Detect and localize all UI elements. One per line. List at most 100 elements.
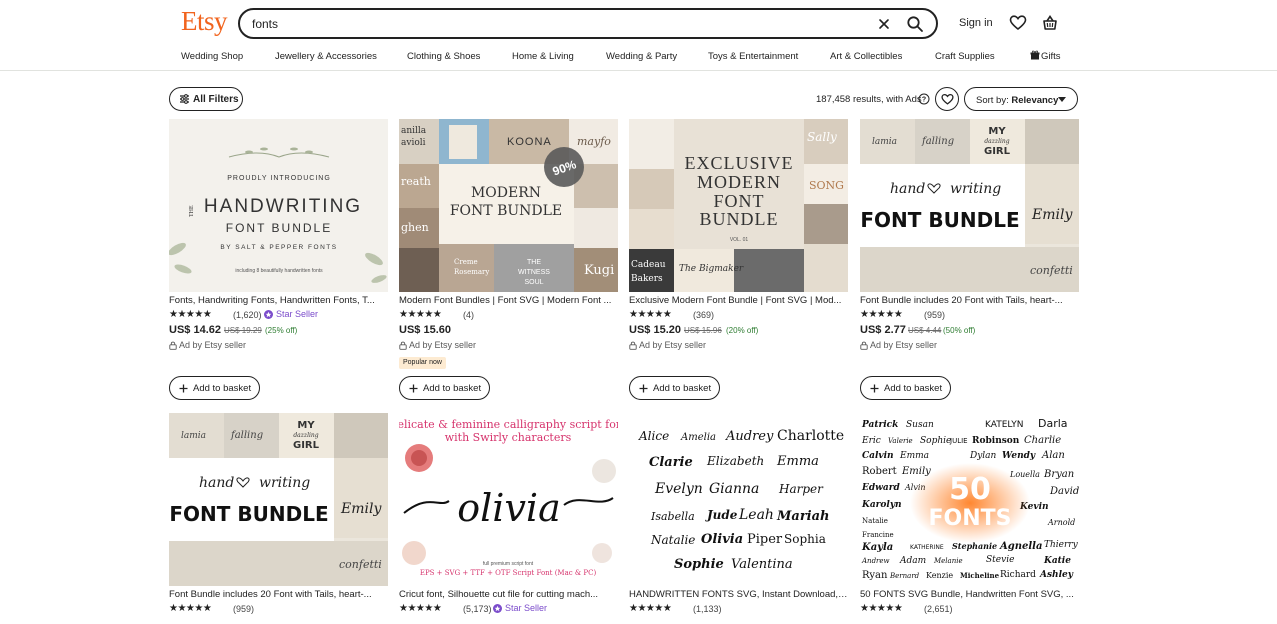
listing-image[interactable]: PROUDLY INTRODUCING THE HANDWRITING FONT…: [169, 119, 388, 292]
search-input[interactable]: [252, 15, 852, 33]
image-text: MY: [297, 420, 315, 431]
rating-stars: ★★★★★: [860, 309, 903, 320]
image-text: Calvin: [862, 451, 894, 461]
listing-title[interactable]: Fonts, Handwriting Fonts, Handwritten Fo…: [169, 295, 388, 306]
image-text: 50: [949, 472, 991, 507]
svg-text:?: ?: [922, 97, 926, 104]
category-wedding-shop[interactable]: Wedding Shop: [181, 51, 243, 62]
add-to-basket-button[interactable]: Add to basket: [860, 376, 951, 400]
search-icon[interactable]: [906, 15, 924, 33]
plus-icon: [870, 384, 879, 393]
rating-stars: ★★★★★: [399, 309, 442, 320]
image-text: THE: [527, 259, 541, 266]
listing-image[interactable]: Alice Amelia Audrey Charlotte Clarie Eli…: [629, 413, 848, 586]
image-text: EXCLUSIVE: [685, 153, 794, 173]
listing-card[interactable]: anilla avioli KOONA mayfo reath ghen Cre…: [399, 119, 618, 404]
review-count: (5,173): [463, 604, 492, 614]
review-count: (959): [924, 310, 946, 320]
plus-icon: [179, 384, 188, 393]
lock-icon: [399, 341, 407, 350]
listing-card[interactable]: lamia falling MY dazzling GIRL Emily con…: [860, 119, 1079, 404]
add-to-basket-button[interactable]: Add to basket: [629, 376, 720, 400]
listing-card[interactable]: PROUDLY INTRODUCING THE HANDWRITING FONT…: [169, 119, 388, 404]
image-text: Gianna: [709, 481, 759, 497]
star-seller-icon: [493, 604, 502, 613]
image-text: Charlie: [1024, 435, 1061, 446]
ad-label: Ad by Etsy seller: [409, 340, 477, 350]
image-text: Natalie: [650, 533, 695, 547]
image-text: anilla: [401, 126, 427, 136]
listing-title[interactable]: HANDWRITTEN FONTS SVG, Instant Download,…: [629, 589, 848, 600]
listing-title[interactable]: Modern Font Bundles | Font SVG | Modern …: [399, 295, 618, 306]
listing-card[interactable]: Alice Amelia Audrey Charlotte Clarie Eli…: [629, 413, 848, 624]
image-text: Kenzie: [926, 571, 953, 580]
image-text: MY: [988, 126, 1006, 137]
ad-label: Ad by Etsy seller: [179, 340, 247, 350]
info-icon[interactable]: ?: [918, 93, 930, 105]
image-text: BUNDLE: [700, 209, 779, 229]
listing-image[interactable]: lamia falling MY dazzling GIRL Emily con…: [169, 413, 388, 586]
image-text: Stevie: [986, 555, 1014, 565]
sort-label: Sort by: Relevancy: [976, 95, 1059, 106]
image-text: KATELYN: [985, 420, 1023, 430]
image-text: Sophie: [920, 436, 951, 446]
discount: (25% off): [265, 326, 298, 335]
image-text: Charlotte: [777, 428, 844, 444]
image-text: Sophia: [784, 532, 826, 546]
star-seller-badge: Star Seller: [505, 603, 548, 613]
add-to-basket-button[interactable]: Add to basket: [399, 376, 490, 400]
sort-dropdown[interactable]: Sort by: Relevancy: [964, 87, 1078, 111]
heart-icon: [941, 93, 954, 105]
category-craft[interactable]: Craft Supplies: [935, 51, 995, 62]
heart-icon[interactable]: [1009, 14, 1027, 32]
listing-image[interactable]: Sally SONG Cadeau Bakers The Bigmaker EX…: [629, 119, 848, 292]
category-wedding-party[interactable]: Wedding & Party: [606, 51, 677, 62]
listing-image[interactable]: Patrick Susan KATELYN Darla Eric Valerie…: [860, 413, 1079, 586]
image-text: Alan: [1041, 450, 1065, 461]
image-text: Kayla: [861, 542, 893, 553]
image-text: PROUDLY INTRODUCING: [227, 175, 331, 182]
category-home-living[interactable]: Home & Living: [512, 51, 574, 62]
listing-title[interactable]: Font Bundle includes 20 Font with Tails,…: [860, 295, 1079, 306]
category-art[interactable]: Art & Collectibles: [830, 51, 902, 62]
image-text: Agnella: [999, 541, 1042, 552]
basket-icon[interactable]: [1041, 14, 1059, 32]
listing-price: US$ 2.77: [860, 324, 906, 336]
etsy-logo[interactable]: Etsy: [181, 6, 228, 37]
all-filters-button[interactable]: All Filters: [169, 87, 243, 111]
add-to-basket-button[interactable]: Add to basket: [169, 376, 260, 400]
image-text: Melanie: [933, 557, 963, 565]
image-text: Robinson: [972, 436, 1020, 446]
category-jewellery[interactable]: Jewellery & Accessories: [275, 51, 377, 62]
listing-title[interactable]: Exclusive Modern Font Bundle | Font SVG …: [629, 295, 848, 306]
review-count: (4): [463, 310, 474, 320]
sign-in-link[interactable]: Sign in: [959, 17, 993, 29]
image-text: Sophie: [674, 557, 724, 572]
save-search-button[interactable]: [935, 87, 959, 111]
listing-title[interactable]: Font Bundle includes 20 Font with Tails,…: [169, 589, 388, 600]
image-text: Natalie: [862, 517, 888, 525]
listing-card[interactable]: Sally SONG Cadeau Bakers The Bigmaker EX…: [629, 119, 848, 404]
category-clothing[interactable]: Clothing & Shoes: [407, 51, 480, 62]
listing-image[interactable]: Delicate & feminine calligraphy script f…: [399, 413, 618, 586]
category-gifts[interactable]: Gifts: [1041, 51, 1061, 62]
image-text: Richard: [1000, 570, 1036, 580]
listing-card[interactable]: lamia falling MY dazzling GIRL Emily con…: [169, 413, 388, 624]
close-icon[interactable]: [876, 16, 892, 32]
listing-card[interactable]: Patrick Susan KATELYN Darla Eric Valerie…: [860, 413, 1079, 624]
discount: (50% off): [943, 326, 976, 335]
listing-image[interactable]: lamia falling MY dazzling GIRL Emily con…: [860, 119, 1079, 292]
category-toys[interactable]: Toys & Entertainment: [708, 51, 798, 62]
image-text: Arnold: [1047, 518, 1075, 527]
image-text: Katie: [1043, 556, 1071, 566]
original-price: US$ 19.29: [224, 326, 262, 335]
caret-down-icon: [1058, 97, 1066, 102]
image-text: BY SALT & PEPPER FONTS: [220, 244, 337, 251]
listing-title[interactable]: 50 FONTS SVG Bundle, Handwritten Font SV…: [860, 589, 1079, 600]
discount: (20% off): [726, 326, 759, 335]
listing-card[interactable]: Delicate & feminine calligraphy script f…: [399, 413, 618, 624]
image-text: Harper: [778, 482, 824, 496]
image-text: FONT BUNDLE: [226, 221, 332, 235]
listing-image[interactable]: anilla avioli KOONA mayfo reath ghen Cre…: [399, 119, 618, 292]
listing-title[interactable]: Cricut font, Silhouette cut file for cut…: [399, 589, 618, 600]
